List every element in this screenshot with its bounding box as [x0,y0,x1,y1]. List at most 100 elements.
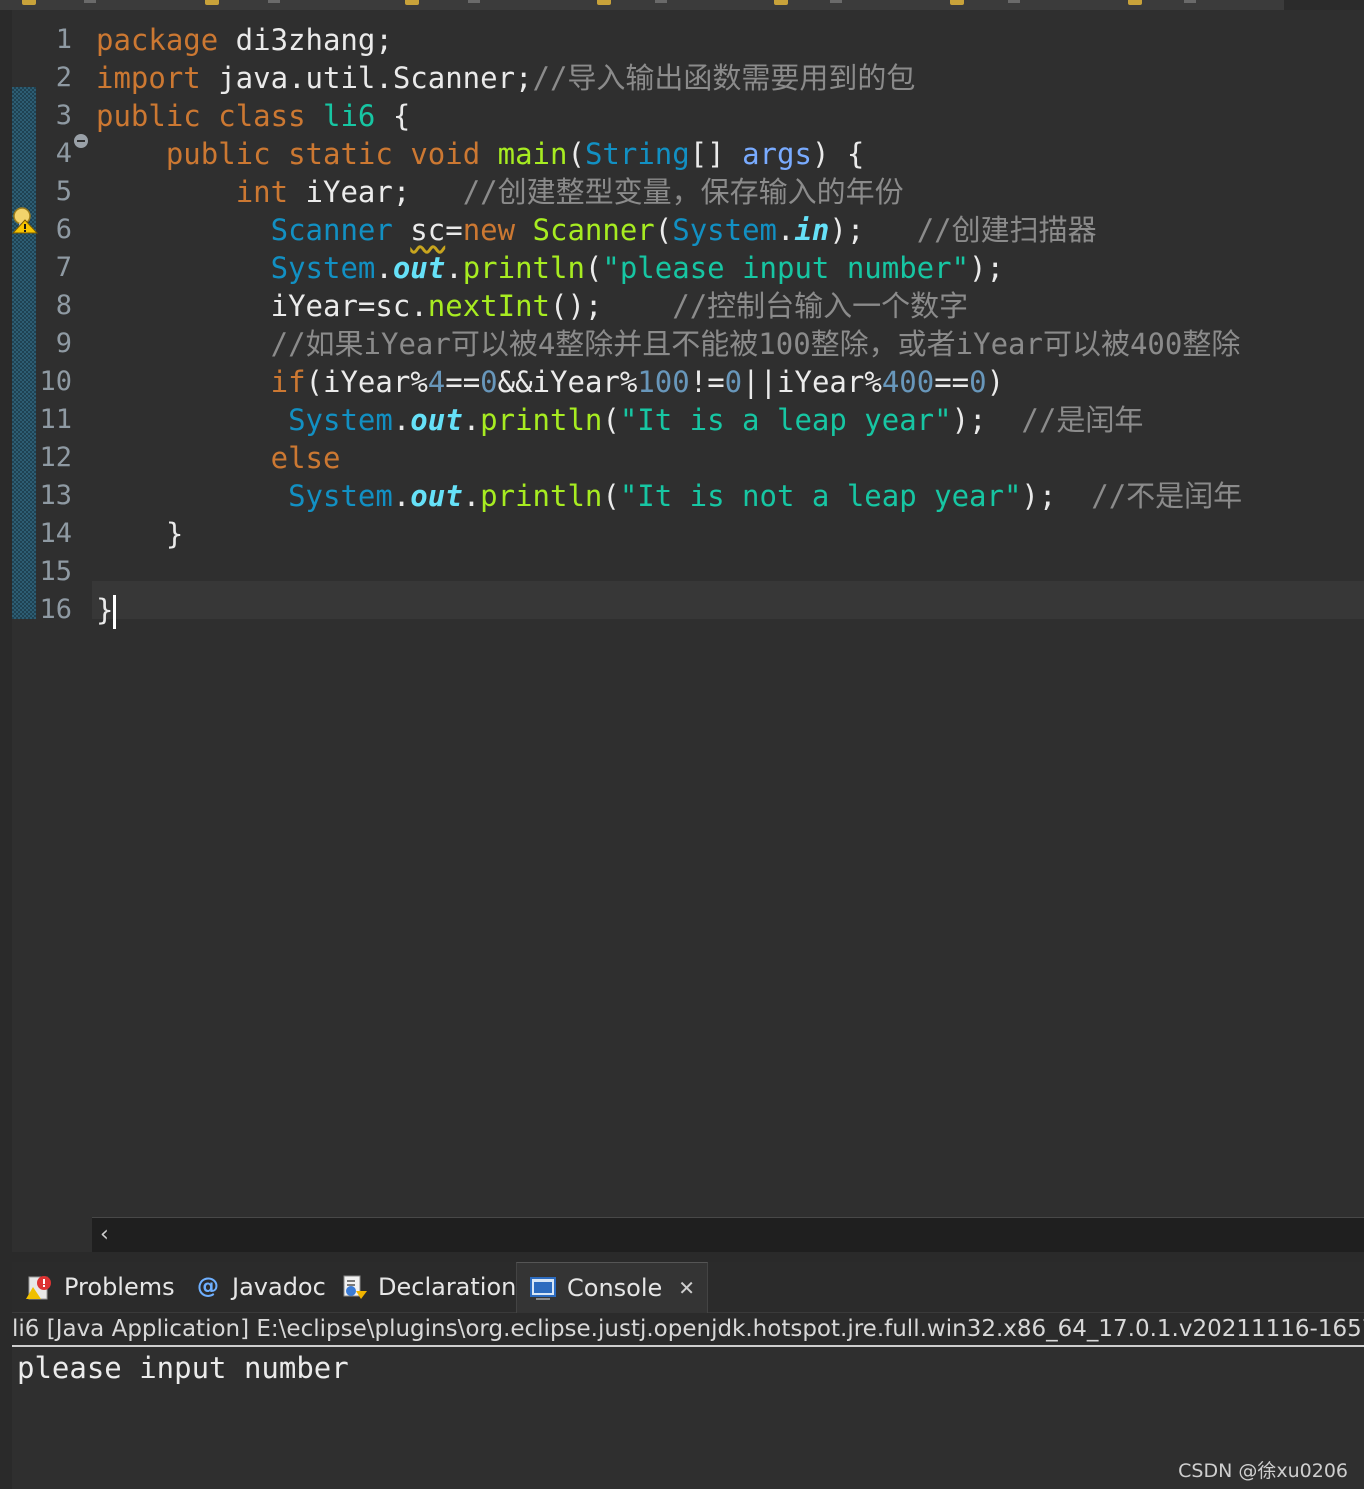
code-token: System [672,213,777,247]
scroll-left-arrow-icon[interactable]: ‹ [100,1218,109,1252]
code-token: args [742,137,812,171]
editor-tab-java-icon[interactable] [950,0,964,5]
code-token: println [462,251,585,285]
code-line[interactable]: iYear=sc.nextInt(); //控制台输入一个数字 [96,287,969,325]
code-line[interactable]: else [96,439,341,477]
code-token: package [96,23,219,57]
editor-tab-java-icon[interactable] [1128,0,1142,5]
code-token: ) [986,365,1005,399]
code-token: ) { [811,137,865,171]
code-line[interactable]: public static void main(String[] args) { [96,135,864,173]
editor-tab-java-icon[interactable] [22,0,36,5]
code-token: //如果iYear可以被4整除并且不能被100整除，或者iYear可以被400整… [270,327,1241,361]
code-token: . [375,251,393,285]
editor-tab-separator [1184,0,1196,3]
code-line[interactable]: //如果iYear可以被4整除并且不能被100整除，或者iYear可以被400整… [96,325,1241,363]
line-number: 16 [39,594,72,625]
tab-problems[interactable]: Problems [18,1262,183,1312]
code-token: . [462,403,481,437]
collapse-fold-icon[interactable] [74,134,88,148]
code-token: ( [584,251,603,285]
code-line[interactable]: System.out.println("It is not a leap yea… [96,477,1242,515]
code-line[interactable]: public class li6 { [96,97,410,135]
code-token: } [96,517,184,551]
code-line[interactable]: } [96,591,117,629]
code-editor[interactable]: package di3zhang; import java.util.Scanne… [92,10,1364,1217]
tab-console[interactable]: Console ✕ [516,1262,709,1313]
code-token: in [794,213,830,247]
code-token: li6 [323,99,376,133]
code-token: nextInt [427,289,550,323]
editor-tab-java-icon[interactable] [597,0,611,5]
editor-tab-active[interactable] [1284,0,1364,10]
code-token: iYear [323,365,411,399]
tab-label: Problems [64,1273,175,1301]
code-token: out [410,403,463,437]
code-token: ( [305,365,323,399]
code-line[interactable]: Scanner sc=new Scanner(System.in); //创建扫… [96,211,1097,249]
panel-sash[interactable] [12,1252,1364,1262]
code-line[interactable]: System.out.println("It is a leap year");… [96,401,1143,439]
code-token: . [777,213,795,247]
line-number: 4 [55,138,72,169]
code-token: java.util.Scanner; [200,61,533,95]
tab-declaration[interactable]: Declaration [334,1262,522,1312]
editor-tab-java-icon[interactable] [405,0,419,5]
editor-tab-strip [0,0,1364,10]
tab-javadoc[interactable]: @ Javadoc [188,1262,332,1312]
code-line[interactable]: } [96,515,183,553]
line-number: 5 [55,176,72,207]
code-token: 0 [969,365,987,399]
line-number: 7 [55,252,72,283]
editor-tab-separator [1008,0,1020,3]
code-token: . [392,479,411,513]
code-token: //不是闰年 [1091,479,1243,513]
current-line-highlight [92,581,1364,619]
console-icon [530,1277,556,1300]
line-number: 11 [39,404,72,435]
code-token: . [392,403,411,437]
code-token: % [864,365,882,399]
code-token: . [462,479,481,513]
line-number: 3 [55,100,72,131]
code-token: if [270,365,306,399]
line-number: 8 [55,290,72,321]
close-icon[interactable]: ✕ [678,1276,695,1300]
code-line[interactable]: int iYear; //创建整型变量，保存输入的年份 [96,173,904,211]
code-token: println [480,403,603,437]
code-token: != [689,365,725,399]
editor-tab-java-icon[interactable] [205,0,219,5]
code-token: "please input number" [602,251,970,285]
declaration-icon [343,1275,367,1299]
code-token: System [288,479,393,513]
code-line[interactable]: if(iYear%4==0&&iYear%100!=0||iYear%400==… [96,363,1004,401]
code-line[interactable]: import java.util.Scanner;//导入输出函数需要用到的包 [96,59,915,97]
code-token: di3zhang; [218,23,393,57]
code-line[interactable]: package di3zhang; [96,21,393,59]
code-token: == [445,365,481,399]
line-number: 13 [39,480,72,511]
code-line[interactable]: System.out.println("please input number"… [96,249,1004,287]
editor-tab-separator [830,0,842,3]
console-output-area[interactable]: please input number [12,1347,1364,1489]
quick-fix-warning-icon[interactable] [12,206,38,234]
console-launch-info: li6 [Java Application] E:\eclipse\plugin… [12,1313,1364,1347]
horizontal-scrollbar[interactable]: ‹ [92,1217,1364,1252]
code-token: int [235,175,289,209]
editor-tab-java-icon[interactable] [774,0,788,5]
code-token: . [410,289,428,323]
code-token: System [270,251,376,285]
